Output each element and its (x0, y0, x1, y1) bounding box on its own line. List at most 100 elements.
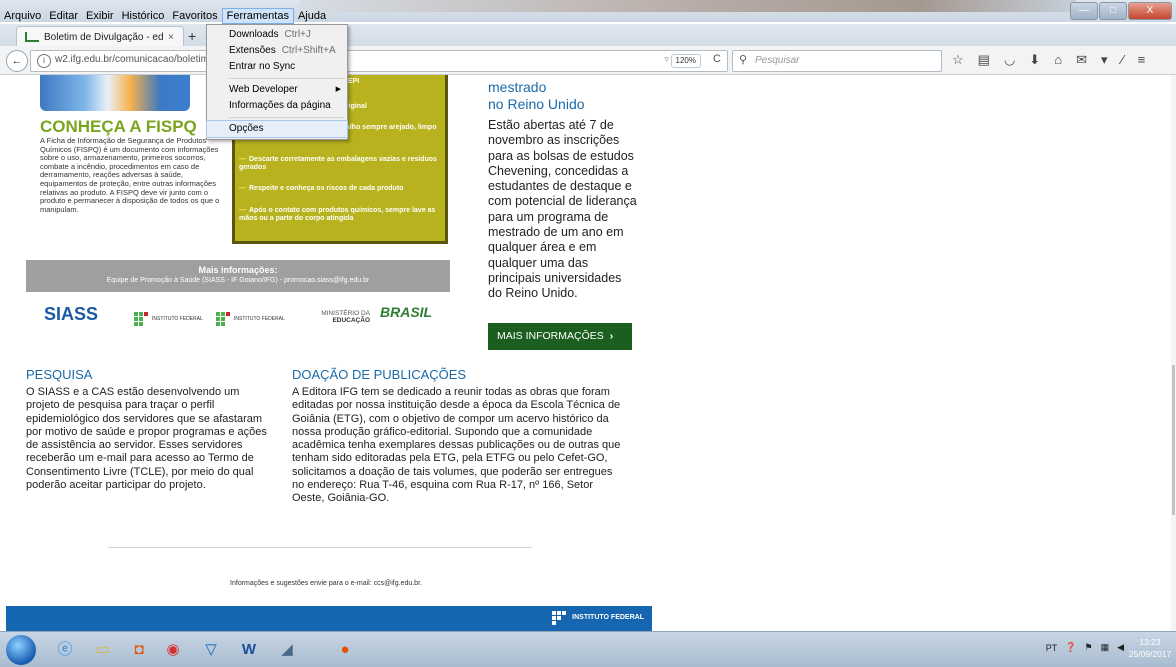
search-bar[interactable]: ⚲ Pesquisar (732, 50, 942, 72)
siass-logo: SIASS (44, 304, 99, 324)
mec-logo: MINISTÉRIO DA EDUCAÇÃO (321, 310, 370, 324)
more-info-title: Mais informações: (198, 265, 278, 275)
pocket-icon[interactable]: ◡ (1004, 52, 1015, 68)
zoom-indicator[interactable]: 120% (670, 54, 701, 68)
menu-item-label: Web Developer (229, 84, 298, 95)
vertical-scrollbar[interactable] (1171, 75, 1176, 631)
notepad-icon[interactable]: ◢ (272, 637, 302, 663)
system-tray: PT ❓ ⚑ ▦ ◀ (1046, 642, 1124, 653)
if-logo: INSTITUTO FEDERAL (216, 312, 285, 326)
start-orb-icon[interactable] (6, 635, 36, 665)
site-info-icon[interactable]: i (37, 54, 51, 68)
history-dropdown-icon[interactable]: ▿ (664, 54, 669, 65)
chevron-right-icon: › (609, 330, 614, 342)
chrome-icon[interactable]: ◉ (158, 637, 188, 663)
search-icon: ⚲ (739, 54, 748, 66)
chevening-text: Estão abertas até 7 de novembro as inscr… (488, 118, 637, 301)
help-icon[interactable]: ❓ (1065, 642, 1076, 653)
search-placeholder[interactable]: Pesquisar (755, 55, 799, 66)
brasil-logo: BRASIL (380, 304, 433, 320)
fispq-title: CONHEÇA A FISPQ (40, 117, 197, 136)
menu-ferramentas[interactable]: Ferramentas (221, 8, 294, 24)
minimize-button[interactable]: — (1070, 2, 1098, 20)
toolbar-icons: ☆ ▤ ◡ ⬇ ⌂ ✉ ▾ ⁄ ≡ (952, 52, 1145, 68)
menu-item-web-developer[interactable]: Web Developer ▶ (207, 82, 347, 98)
menu-bar: Arquivo Editar Exibir Histórico Favorito… (0, 8, 330, 24)
menu-arquivo[interactable]: Arquivo (0, 8, 45, 24)
menu-item-entrar-sync[interactable]: Entrar no Sync (207, 59, 347, 75)
flag-icon[interactable]: ⚑ (1084, 642, 1092, 653)
menu-item-label: Entrar no Sync (229, 61, 296, 72)
url-bar[interactable]: i w2.ifg.edu.br/comunicacao/boletim ▿ 12… (30, 50, 728, 72)
close-tab-icon[interactable]: × (168, 32, 174, 43)
menu-favoritos[interactable]: Favoritos (168, 8, 221, 24)
fispq-description: A Ficha de Informação de Segurança de Pr… (40, 136, 220, 214)
explorer-icon[interactable]: ▭ (88, 637, 118, 663)
reload-icon[interactable]: C (713, 53, 721, 65)
home-icon[interactable]: ⌂ (1054, 52, 1062, 68)
menu-historico[interactable]: Histórico (118, 8, 169, 24)
menu-ajuda[interactable]: Ajuda (294, 8, 330, 24)
dropdown-arrow-icon[interactable]: ▾ (1101, 52, 1108, 68)
tip-item: — Descarte corretamente as embalagens vaz… (239, 156, 437, 171)
menu-item-downloads[interactable]: Downloads Ctrl+J (207, 27, 347, 43)
clock-date: 25/09/2017 (1128, 649, 1172, 659)
ie-icon[interactable]: ⓔ (50, 637, 80, 663)
menu-separator (229, 78, 345, 79)
menu-editar[interactable]: Editar (45, 8, 82, 24)
clock[interactable]: 13:23 25/09/2017 (1128, 636, 1172, 660)
maximize-button[interactable]: □ (1099, 2, 1127, 20)
volume-icon[interactable]: ◀ (1117, 642, 1124, 653)
firefox-icon[interactable]: ● (330, 637, 360, 663)
more-info-bar: Mais informações: Equipe de Promoção à S… (26, 260, 450, 292)
chemical-jars-image (40, 75, 190, 111)
pesquisa-text: O SIASS e a CAS estão desenvolvendo um p… (26, 386, 267, 492)
doacao-title: DOAÇÃO DE PUBLICAÇÕES (292, 367, 467, 382)
partner-logos: SIASS INSTITUTO FEDERAL INSTITUTO FEDERA… (44, 300, 444, 336)
menu-item-informacoes-pagina[interactable]: Informações da página (207, 98, 347, 114)
taskbar: ⓔ ▭ ◘ ◉ ▽ W ◢ ● PT ❓ ⚑ ▦ ◀ 13:23 25/09/2… (0, 631, 1176, 667)
menu-item-opcoes[interactable]: Opções (206, 120, 348, 138)
nav-toolbar: ← i w2.ifg.edu.br/comunicacao/boletim ▿ … (0, 46, 1176, 75)
menu-icon[interactable]: ≡ (1138, 52, 1146, 68)
vscode-icon[interactable]: ▽ (196, 637, 226, 663)
menu-item-label: Informações da página (229, 100, 331, 111)
wand-icon[interactable]: ⁄ (1122, 52, 1124, 68)
footer-banner: INSTITUTO FEDERAL (6, 606, 652, 631)
footer-brand: INSTITUTO FEDERAL (552, 611, 644, 625)
tab-boletim[interactable]: Boletim de Divulgação - edi × (16, 26, 184, 47)
pesquisa-title: PESQUISA (26, 367, 93, 382)
star-icon[interactable]: ☆ (952, 52, 964, 68)
submenu-arrow-icon: ▶ (335, 86, 341, 93)
word-icon[interactable]: W (234, 637, 264, 663)
extension-icon[interactable]: ✉ (1076, 52, 1087, 68)
title-bar-background (300, 0, 1076, 12)
clock-time: 13:23 (1139, 637, 1161, 647)
menu-item-extensoes[interactable]: Extensões Ctrl+Shift+A (207, 43, 347, 59)
language-indicator[interactable]: PT (1046, 643, 1058, 653)
menu-item-shortcut: Ctrl+J (284, 29, 311, 40)
doacao-text: A Editora IFG tem se dedicado a reunir t… (292, 386, 621, 505)
url-text[interactable]: w2.ifg.edu.br/comunicacao/boletim (55, 54, 209, 65)
menu-item-shortcut: Ctrl+Shift+A (281, 45, 336, 56)
footer-note: Informações e sugestões envie para o e-m… (230, 580, 422, 587)
office-icon[interactable]: ◘ (124, 637, 154, 663)
new-tab-button[interactable]: + (188, 28, 196, 44)
more-info-button[interactable]: MAIS INFORMAÇÕES › (488, 323, 632, 350)
tip-item: — Respeite e conheça os riscos de cada pr… (239, 185, 404, 192)
if-logo: INSTITUTO FEDERAL (134, 312, 203, 326)
back-button[interactable]: ← (6, 50, 28, 72)
tools-menu: Downloads Ctrl+J Extensões Ctrl+Shift+A En… (206, 24, 348, 140)
menu-item-label: Downloads (229, 29, 279, 40)
pesquisa-section: PESQUISA O SIASS e a CAS estão desenvolv… (26, 367, 276, 492)
download-icon[interactable]: ⬇ (1029, 52, 1040, 68)
menu-exibir[interactable]: Exibir (82, 8, 118, 24)
network-icon[interactable]: ▦ (1101, 642, 1110, 653)
close-window-button[interactable]: X (1128, 2, 1172, 20)
scrollbar-thumb[interactable] (1172, 365, 1175, 515)
window-controls: — □ X (1070, 2, 1172, 20)
bookmarks-icon[interactable]: ▤ (978, 52, 990, 68)
chevening-title: mestrado no Reino Unido (488, 79, 585, 112)
favicon-icon (25, 32, 39, 42)
tab-strip: Boletim de Divulgação - edi × + (0, 24, 1176, 47)
